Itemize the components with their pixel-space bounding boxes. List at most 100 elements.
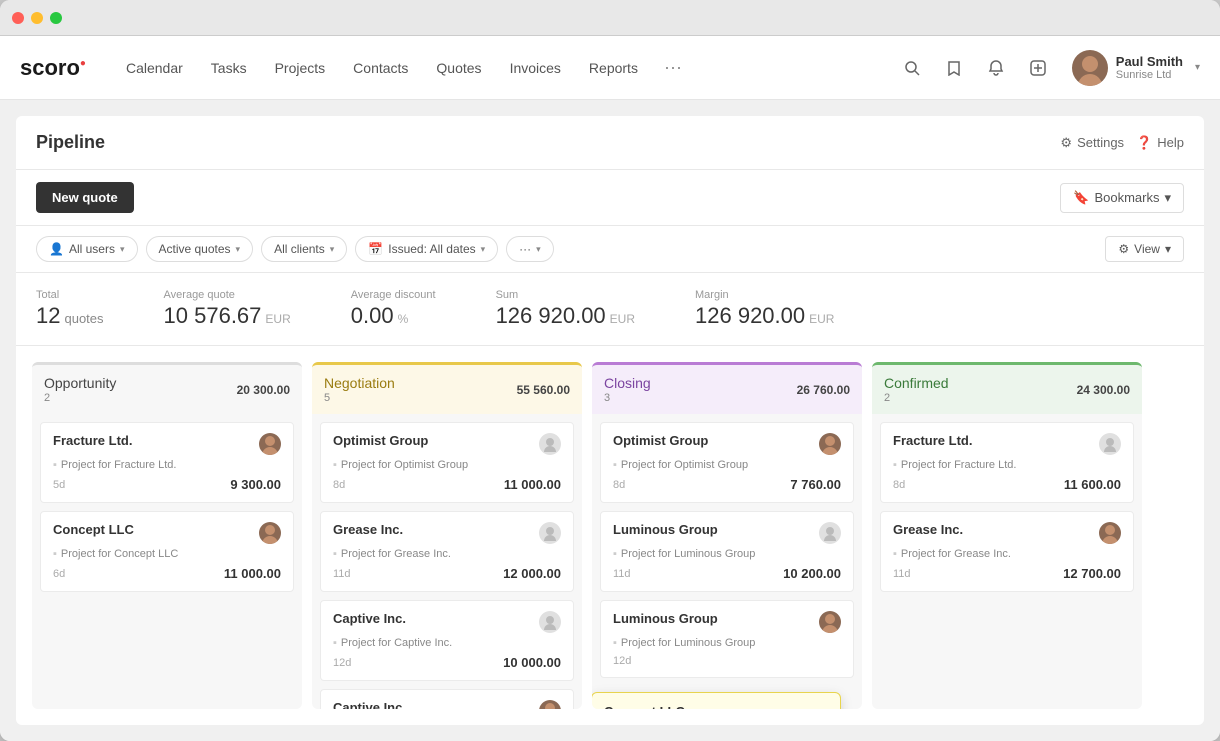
col-header-confirmed: Confirmed224 300.00 bbox=[872, 365, 1142, 414]
col-header-negotiation: Negotiation555 560.00 bbox=[312, 365, 582, 414]
card-project-name: Project for Captive Inc. bbox=[333, 637, 561, 649]
nav-calendar[interactable]: Calendar bbox=[114, 52, 195, 84]
card-company-name: Optimist Group bbox=[613, 433, 708, 448]
card-days: 8d bbox=[333, 479, 345, 491]
card-amount: 7 760.00 bbox=[790, 477, 841, 492]
popup-company-name: Concept LLC bbox=[604, 704, 685, 710]
logo[interactable]: scoro● bbox=[20, 55, 86, 81]
calendar-icon: 📅 bbox=[368, 242, 383, 256]
nav-more-button[interactable]: ··· bbox=[654, 49, 692, 86]
kanban-col-opportunity: Opportunity220 300.00Fracture Ltd.Projec… bbox=[32, 362, 302, 709]
avatar bbox=[819, 433, 841, 455]
issued-dates-filter[interactable]: 📅 Issued: All dates ▾ bbox=[355, 236, 498, 262]
card-amount: 11 600.00 bbox=[1064, 477, 1121, 492]
popup-card[interactable]: Concept LLC···▪Project for Concept LLC12… bbox=[592, 692, 841, 709]
nav-reports[interactable]: Reports bbox=[577, 52, 650, 84]
table-row[interactable]: Luminous GroupProject for Luminous Group… bbox=[600, 511, 854, 592]
nav-actions: Paul Smith Sunrise Ltd ▾ bbox=[896, 50, 1200, 86]
bookmark-icon[interactable] bbox=[938, 52, 970, 84]
question-icon: ❓ bbox=[1136, 135, 1152, 151]
active-quotes-filter[interactable]: Active quotes ▾ bbox=[146, 236, 254, 262]
avatar bbox=[539, 700, 561, 709]
table-row[interactable]: Captive Inc.Project for Captive Inc.14d1… bbox=[320, 689, 574, 709]
more-filters-button[interactable]: ··· ▾ bbox=[506, 236, 554, 262]
help-button[interactable]: ❓ Help bbox=[1136, 135, 1184, 151]
kanban-col-confirmed: Confirmed224 300.00 Fracture Ltd. Project … bbox=[872, 362, 1142, 709]
new-quote-button[interactable]: New quote bbox=[36, 182, 134, 213]
table-row[interactable]: Captive Inc.Project for Captive Inc.12d1… bbox=[320, 600, 574, 681]
stat-sum: Sum 126 920.00 EUR bbox=[496, 289, 635, 329]
top-navigation: scoro● Calendar Tasks Projects Contacts … bbox=[0, 36, 1220, 100]
user-company: Sunrise Ltd bbox=[1116, 69, 1183, 81]
kanban-col-negotiation: Negotiation555 560.00Optimist GroupProje… bbox=[312, 362, 582, 709]
popup-menu-button[interactable]: ··· bbox=[814, 703, 828, 709]
nav-quotes[interactable]: Quotes bbox=[424, 52, 493, 84]
table-row[interactable]: Optimist Group Project for Optimist Group… bbox=[320, 422, 574, 503]
view-icon: ⚙ bbox=[1118, 242, 1129, 256]
card-amount: 12 700.00 bbox=[1063, 566, 1121, 581]
kanban-board: Opportunity220 300.00Fracture Ltd.Projec… bbox=[16, 346, 1204, 725]
add-icon[interactable] bbox=[1022, 52, 1054, 84]
nav-invoices[interactable]: Invoices bbox=[498, 52, 573, 84]
card-company-name: Grease Inc. bbox=[333, 522, 403, 537]
view-button[interactable]: ⚙ View ▾ bbox=[1105, 236, 1184, 262]
user-icon: 👤 bbox=[49, 242, 64, 256]
page-header: Pipeline ⚙ Settings ❓ Help bbox=[16, 116, 1204, 170]
notification-icon[interactable] bbox=[980, 52, 1012, 84]
col-count-closing: 3 bbox=[604, 392, 651, 404]
nav-contacts[interactable]: Contacts bbox=[341, 52, 420, 84]
minimize-button[interactable] bbox=[31, 12, 43, 24]
card-project-name: Project for Luminous Group bbox=[613, 548, 841, 560]
bookmarks-button[interactable]: 🔖 Bookmarks ▾ bbox=[1060, 183, 1184, 213]
card-project-name: Project for Optimist Group bbox=[613, 459, 841, 471]
table-row[interactable]: Optimist Group Project for Optimist Group… bbox=[600, 422, 854, 503]
card-company-name: Concept LLC bbox=[53, 522, 134, 537]
nav-projects[interactable]: Projects bbox=[263, 52, 338, 84]
card-project-name: Project for Optimist Group bbox=[333, 459, 561, 471]
card-project-name: Project for Fracture Ltd. bbox=[53, 459, 281, 471]
card-company-name: Luminous Group bbox=[613, 611, 718, 626]
card-amount: 12 000.00 bbox=[503, 566, 561, 581]
card-project-name: Project for Fracture Ltd. bbox=[893, 459, 1121, 471]
chevron-down-icon: ▾ bbox=[330, 244, 335, 255]
chevron-down-icon: ▾ bbox=[236, 244, 241, 255]
table-row[interactable]: Luminous GroupProject for Luminous Group… bbox=[600, 600, 854, 678]
search-icon[interactable] bbox=[896, 52, 928, 84]
card-days: 6d bbox=[53, 568, 65, 580]
card-company-name: Optimist Group bbox=[333, 433, 428, 448]
chevron-down-icon: ▾ bbox=[1164, 190, 1171, 206]
col-total-closing: 26 760.00 bbox=[797, 383, 850, 397]
col-cards-confirmed: Fracture Ltd.Project for Fracture Ltd.8d… bbox=[872, 414, 1142, 709]
table-row[interactable]: Fracture Ltd. Project for Fracture Ltd. 5d… bbox=[40, 422, 294, 503]
table-row[interactable]: Concept LLCProject for Concept LLC6d11 0… bbox=[40, 511, 294, 592]
filters-bar: 👤 All users ▾ Active quotes ▾ All client… bbox=[16, 226, 1204, 273]
card-amount: 11 000.00 bbox=[224, 566, 281, 581]
table-row[interactable]: Grease Inc.Project for Grease Inc.11d12 … bbox=[320, 511, 574, 592]
avatar bbox=[819, 611, 841, 633]
card-company-name: Fracture Ltd. bbox=[53, 433, 132, 448]
fullscreen-button[interactable] bbox=[50, 12, 62, 24]
nav-tasks[interactable]: Tasks bbox=[199, 52, 259, 84]
card-days: 11d bbox=[333, 568, 351, 580]
col-count-opportunity: 2 bbox=[44, 392, 116, 404]
user-section[interactable]: Paul Smith Sunrise Ltd ▾ bbox=[1072, 50, 1200, 86]
col-cards-closing: Optimist Group Project for Optimist Group… bbox=[592, 414, 862, 709]
col-total-negotiation: 55 560.00 bbox=[517, 383, 570, 397]
stat-avg-discount: Average discount 0.00 % bbox=[351, 289, 436, 329]
card-company-name: Fracture Ltd. bbox=[893, 433, 972, 448]
card-days: 12d bbox=[333, 657, 351, 669]
all-users-filter[interactable]: 👤 All users ▾ bbox=[36, 236, 138, 262]
card-amount: 11 000.00 bbox=[504, 477, 561, 492]
close-button[interactable] bbox=[12, 12, 24, 24]
all-clients-filter[interactable]: All clients ▾ bbox=[261, 236, 347, 262]
col-title-opportunity: Opportunity bbox=[44, 375, 116, 391]
card-days: 5d bbox=[53, 479, 65, 491]
card-company-name: Grease Inc. bbox=[893, 522, 963, 537]
table-row[interactable]: Grease Inc.Project for Grease Inc.11d12 … bbox=[880, 511, 1134, 592]
avatar-empty bbox=[1099, 433, 1121, 455]
chevron-down-icon: ▾ bbox=[481, 244, 486, 255]
avatar bbox=[1099, 522, 1121, 544]
col-count-negotiation: 5 bbox=[324, 392, 395, 404]
table-row[interactable]: Fracture Ltd.Project for Fracture Ltd.8d… bbox=[880, 422, 1134, 503]
settings-button[interactable]: ⚙ Settings bbox=[1060, 135, 1124, 151]
